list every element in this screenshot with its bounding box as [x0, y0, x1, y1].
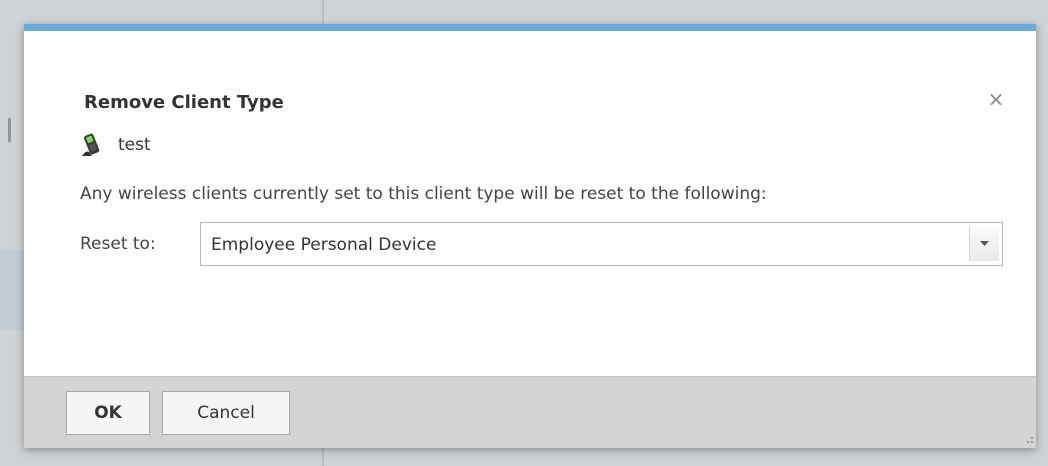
- cancel-button[interactable]: Cancel: [162, 391, 290, 435]
- resize-grip-icon[interactable]: [1024, 436, 1034, 446]
- background-panel: [0, 250, 24, 330]
- close-icon[interactable]: ×: [988, 87, 1005, 111]
- ok-button[interactable]: OK: [66, 391, 150, 435]
- mobile-device-icon: [80, 132, 104, 158]
- reset-to-selected-value: Employee Personal Device: [211, 235, 437, 255]
- dialog-footer: OK Cancel: [24, 376, 1036, 448]
- reset-to-dropdown[interactable]: Employee Personal Device: [200, 222, 1003, 266]
- reset-warning-message: Any wireless clients currently set to th…: [80, 184, 767, 204]
- remove-client-type-dialog: Remove Client Type × test Any wireless c…: [24, 24, 1036, 448]
- client-type-row: test: [80, 132, 151, 158]
- client-type-name: test: [118, 135, 151, 155]
- dialog-accent-bar: [24, 24, 1036, 31]
- background-mark: [8, 118, 11, 142]
- dropdown-toggle[interactable]: [969, 227, 999, 261]
- dialog-title: Remove Client Type: [84, 92, 284, 113]
- chevron-down-icon: [980, 241, 989, 246]
- reset-to-label: Reset to:: [80, 234, 156, 254]
- close-button[interactable]: ×: [986, 88, 1006, 110]
